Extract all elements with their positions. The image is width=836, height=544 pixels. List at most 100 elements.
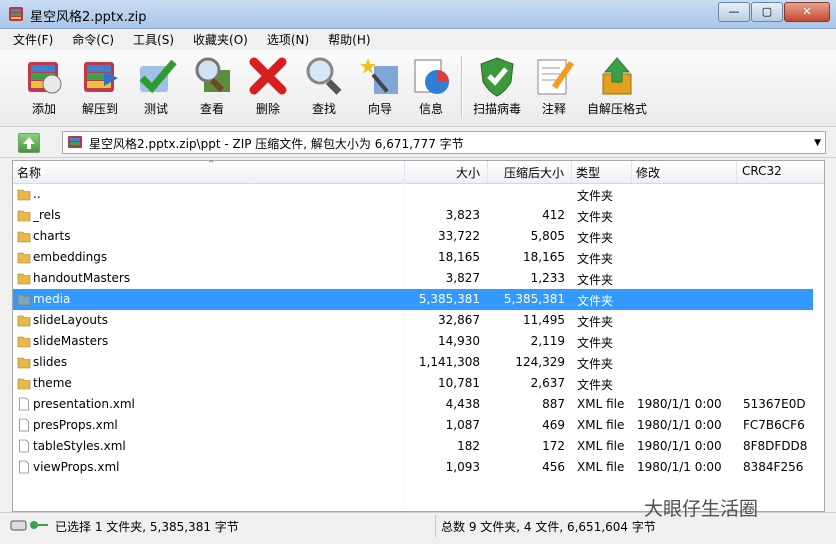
column-modified[interactable]: 修改 xyxy=(636,164,660,181)
file-size: 33,722 xyxy=(438,229,480,243)
file-type: 文件夹 xyxy=(577,252,614,266)
folder-icon xyxy=(17,231,31,243)
wizard-button[interactable]: 向导 xyxy=(352,52,408,122)
file-packed-size: 456 xyxy=(542,460,565,474)
toolbar-separator xyxy=(461,56,463,118)
file-type: 文件夹 xyxy=(577,231,614,245)
file-size: 3,827 xyxy=(445,271,480,285)
file-type: XML file xyxy=(577,397,625,411)
add-button[interactable]: 添加 xyxy=(16,52,72,122)
minimize-button[interactable]: — xyxy=(718,2,750,22)
file-modified: 1980/1/1 0:00 xyxy=(637,460,722,474)
table-row[interactable]: .. 文件夹 xyxy=(13,184,813,205)
drive-key-icon xyxy=(10,520,48,531)
table-row[interactable]: slideLayouts 32,867 11,495 文件夹 xyxy=(13,310,813,331)
path-field[interactable]: 星空风格2.pptx.zip\ppt - ZIP 压缩文件, 解包大小为 6,6… xyxy=(62,131,826,154)
table-row[interactable]: charts 33,722 5,805 文件夹 xyxy=(13,226,813,247)
file-packed-size: 2,119 xyxy=(530,334,565,348)
sort-arrow-icon: ^ xyxy=(208,159,215,168)
column-size[interactable]: 大小 xyxy=(456,164,480,181)
file-size: 1,093 xyxy=(445,460,480,474)
table-row[interactable]: presentation.xml 4,438 887 XML file 1980/1/1… xyxy=(13,394,813,415)
delete-icon xyxy=(249,57,287,95)
selection-status: 已选择 1 文件夹, 5,385,381 字节 xyxy=(55,520,239,534)
sfx-button[interactable]: 自解压格式 xyxy=(582,52,652,122)
delete-button[interactable]: 删除 xyxy=(240,52,296,122)
file-name: presentation.xml xyxy=(33,397,135,411)
comment-button[interactable]: 注释 xyxy=(526,52,582,122)
folder-icon xyxy=(17,189,31,201)
file-type: XML file xyxy=(577,460,625,474)
total-status: 总数 9 文件夹, 4 文件, 6,651,604 字节 xyxy=(441,520,656,534)
extract-button[interactable]: 解压到 xyxy=(72,52,128,122)
file-type: 文件夹 xyxy=(577,378,614,392)
file-crc32: 8384F256 xyxy=(743,460,804,474)
menu-file[interactable]: 文件(F) xyxy=(0,29,59,49)
table-row[interactable]: tableStyles.xml 182 172 XML file 1980/1/1 0:… xyxy=(13,436,813,457)
file-type: 文件夹 xyxy=(577,315,614,329)
info-icon xyxy=(414,59,449,94)
table-row[interactable]: slides 1,141,308 124,329 文件夹 xyxy=(13,352,813,373)
file-modified: 1980/1/1 0:00 xyxy=(637,418,722,432)
zip-archive-icon xyxy=(68,136,82,148)
file-size: 10,781 xyxy=(438,376,480,390)
column-divider xyxy=(404,161,405,183)
table-row[interactable]: slideMasters 14,930 2,119 文件夹 xyxy=(13,331,813,352)
maximize-button[interactable]: ▢ xyxy=(751,2,783,22)
up-folder-button[interactable] xyxy=(18,133,40,153)
folder-icon xyxy=(17,210,31,222)
table-row[interactable]: handoutMasters 3,827 1,233 文件夹 xyxy=(13,268,813,289)
table-row[interactable]: embeddings 18,165 18,165 文件夹 xyxy=(13,247,813,268)
virus-scan-icon xyxy=(480,57,514,97)
file-icon xyxy=(19,460,29,474)
file-name: slides xyxy=(33,355,68,369)
file-type: 文件夹 xyxy=(577,210,614,224)
watermark: 大眼仔生活圈 xyxy=(644,498,759,520)
winrar-window: 星空风格2.pptx.zip — ▢ ✕ 文件(F) 命令(C) 工具(S) 收… xyxy=(0,0,836,544)
table-row[interactable]: viewProps.xml 1,093 456 XML file 1980/1/1 0:… xyxy=(13,457,813,478)
file-packed-size: 124,329 xyxy=(515,355,565,369)
title-bar: 星空风格2.pptx.zip — ▢ ✕ xyxy=(0,0,836,29)
column-crc32[interactable]: CRC32 xyxy=(742,164,782,178)
table-row[interactable]: media 5,385,381 5,385,381 文件夹 xyxy=(13,289,813,310)
find-icon xyxy=(306,57,342,95)
menu-options[interactable]: 选项(N) xyxy=(254,29,315,49)
comment-icon xyxy=(537,59,575,95)
close-button[interactable]: ✕ xyxy=(784,2,830,22)
window-title: 星空风格2.pptx.zip xyxy=(30,10,147,25)
view-icon xyxy=(195,57,230,93)
view-button[interactable]: 查看 xyxy=(184,52,240,122)
table-row[interactable]: _rels 3,823 412 文件夹 xyxy=(13,205,813,226)
chevron-down-icon[interactable]: ▼ xyxy=(814,138,821,148)
menu-bar: 文件(F) 命令(C) 工具(S) 收藏夹(O) 选项(N) 帮助(H) xyxy=(0,29,836,49)
file-size: 1,141,308 xyxy=(418,355,480,369)
menu-help[interactable]: 帮助(H) xyxy=(315,29,376,49)
file-packed-size: 172 xyxy=(542,439,565,453)
file-name: theme xyxy=(33,376,72,390)
column-packed[interactable]: 压缩后大小 xyxy=(504,164,564,181)
table-row[interactable]: presProps.xml 1,087 469 XML file 1980/1/1 0:… xyxy=(13,415,813,436)
menu-tools[interactable]: 工具(S) xyxy=(120,29,180,49)
file-type: 文件夹 xyxy=(577,189,614,203)
file-size: 14,930 xyxy=(438,334,480,348)
add-icon xyxy=(28,62,62,94)
file-icon xyxy=(19,418,29,432)
folder-icon xyxy=(17,378,31,390)
table-row[interactable]: theme 10,781 2,637 文件夹 xyxy=(13,373,813,394)
column-type[interactable]: 类型 xyxy=(576,164,600,181)
file-crc32: 8F8DFDD8 xyxy=(743,439,808,453)
file-size: 3,823 xyxy=(445,208,480,222)
menu-favorites[interactable]: 收藏夹(O) xyxy=(180,29,254,49)
folder-icon xyxy=(17,294,31,306)
file-name: slideLayouts xyxy=(33,313,108,327)
file-icon xyxy=(19,397,29,411)
menu-commands[interactable]: 命令(C) xyxy=(59,29,120,49)
find-button[interactable]: 查找 xyxy=(296,52,352,122)
virus-scan-button[interactable]: 扫描病毒 xyxy=(466,52,528,122)
info-button[interactable]: 信息 xyxy=(403,52,459,122)
file-name: handoutMasters xyxy=(33,271,131,285)
file-icon xyxy=(19,439,29,453)
column-name[interactable]: 名称 xyxy=(17,164,41,181)
file-packed-size: 887 xyxy=(542,397,565,411)
test-button[interactable]: 测试 xyxy=(128,52,184,122)
